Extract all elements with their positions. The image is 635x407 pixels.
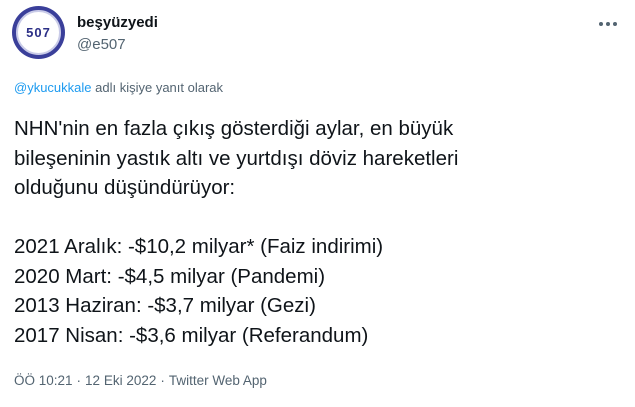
tweet-date[interactable]: 12 Eki 2022 [85,373,156,388]
tweet-line: olduğunu düşündürüyor: [14,176,236,199]
tweet-meta: ÖÖ 10:21 · 12 Eki 2022 · Twitter Web App [14,373,267,388]
author-display-name[interactable]: beşyüzyedi [77,14,158,31]
tweet-time[interactable]: ÖÖ 10:21 [14,373,73,388]
avatar-text: 507 [26,25,51,40]
tweet-list-line: 2017 Nisan: -$3,6 milyar (Referandum) [14,323,369,347]
tweet-source[interactable]: Twitter Web App [169,373,267,388]
tweet-list-line: 2013 Haziran: -$3,7 milyar (Gezi) [14,294,316,317]
tweet-line: NHN'nin en fazla çıkış gösterdiği aylar,… [14,117,454,140]
reply-to-user-link[interactable]: @ykucukkale [14,80,92,95]
tweet-list-line: 2020 Mart: -$4,5 milyar (Pandemi) [14,264,326,288]
avatar[interactable]: 507 [12,6,65,59]
tweet-line: bileşeninin yastık altı ve yurtdışı dövi… [14,146,459,170]
author-handle[interactable]: @e507 [77,36,126,53]
meta-separator: · [160,373,165,388]
tweet-list-line: 2021 Aralık: -$10,2 milyar* (Faiz indiri… [14,235,384,258]
reply-context: @ykucukkale adlı kişiye yanıt olarak [14,80,223,95]
avatar-ring: 507 [16,10,61,55]
tweet-text: NHN'nin en fazla çıkış gösterdiği aylar,… [14,114,614,350]
more-horizontal-icon[interactable] [595,14,621,34]
reply-suffix: adlı kişiye yanıt olarak [95,80,224,95]
meta-separator: · [76,373,82,388]
